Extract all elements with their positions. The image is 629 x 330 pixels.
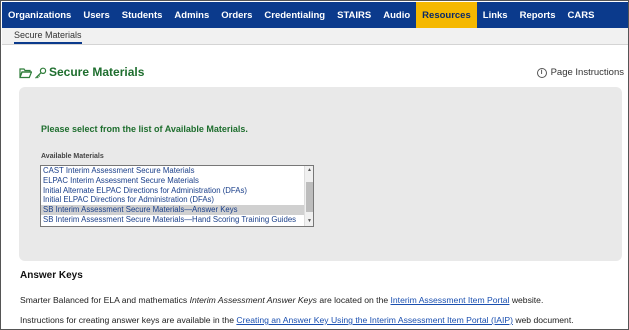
- list-option-selected[interactable]: SB Interim Assessment Secure Materials—A…: [41, 205, 305, 215]
- list-option[interactable]: SB Interim Assessment Secure Materials—H…: [41, 215, 305, 225]
- line2-text-end: web document.: [512, 315, 574, 325]
- answer-keys-line-2: Instructions for creating answer keys ar…: [20, 315, 574, 325]
- scrollbar-thumb[interactable]: [306, 182, 313, 212]
- page-title: Secure Materials: [49, 65, 145, 79]
- page-header: Secure Materials i Page Instructions: [19, 65, 624, 83]
- listbox-scrollbar[interactable]: ▲ ▼: [304, 166, 313, 226]
- page-instructions-link[interactable]: i Page Instructions: [536, 67, 624, 78]
- key-icon: [34, 66, 47, 84]
- answer-keys-heading: Answer Keys: [20, 270, 83, 281]
- nav-stairs[interactable]: STAIRS: [331, 2, 377, 28]
- info-icon: i: [536, 67, 547, 78]
- list-option[interactable]: CAST Interim Assessment Secure Materials: [41, 166, 305, 176]
- sub-navigation: Secure Materials: [2, 28, 628, 45]
- subnav-secure-materials[interactable]: Secure Materials: [14, 30, 82, 44]
- nav-resources[interactable]: Resources: [416, 2, 477, 28]
- list-option[interactable]: ELPAC Interim Assessment Secure Material…: [41, 176, 305, 186]
- scroll-up-icon[interactable]: ▲: [306, 167, 313, 174]
- scroll-down-icon[interactable]: ▼: [306, 218, 313, 225]
- app-frame: Organizations Users Students Admins Orde…: [0, 0, 629, 330]
- creating-answer-key-link[interactable]: Creating an Answer Key Using the Interim…: [236, 315, 513, 325]
- nav-credentialing[interactable]: Credentialing: [258, 2, 331, 28]
- line2-text: Instructions for creating answer keys ar…: [20, 315, 237, 325]
- line1-text-end: website.: [509, 295, 544, 305]
- answer-keys-line-1: Smarter Balanced for ELA and mathematics…: [20, 295, 543, 305]
- iaip-portal-link[interactable]: Interim Assessment Item Portal: [391, 295, 510, 305]
- nav-reports[interactable]: Reports: [514, 2, 562, 28]
- nav-organizations[interactable]: Organizations: [2, 2, 77, 28]
- list-option[interactable]: Initial ELPAC Directions for Administrat…: [41, 195, 305, 205]
- materials-panel: Please select from the list of Available…: [19, 87, 622, 261]
- folder-open-icon: [19, 66, 33, 84]
- list-option[interactable]: Initial Alternate ELPAC Directions for A…: [41, 186, 305, 196]
- page-instructions-label: Page Instructions: [550, 67, 624, 78]
- available-materials-label: Available Materials: [41, 153, 104, 160]
- nav-orders[interactable]: Orders: [215, 2, 258, 28]
- nav-audio[interactable]: Audio: [377, 2, 416, 28]
- line1-emphasis: Interim Assessment Answer Keys: [189, 295, 317, 305]
- line1-text: Smarter Balanced for ELA and mathematics: [20, 295, 190, 305]
- nav-admins[interactable]: Admins: [168, 2, 215, 28]
- nav-cars[interactable]: CARS: [561, 2, 600, 28]
- line1-text-mid: are located on the: [316, 295, 391, 305]
- top-navigation: Organizations Users Students Admins Orde…: [2, 2, 628, 28]
- nav-links[interactable]: Links: [477, 2, 514, 28]
- nav-students[interactable]: Students: [116, 2, 169, 28]
- selection-prompt: Please select from the list of Available…: [41, 124, 248, 134]
- nav-users[interactable]: Users: [77, 2, 115, 28]
- available-materials-listbox[interactable]: CAST Interim Assessment Secure Materials…: [40, 165, 314, 227]
